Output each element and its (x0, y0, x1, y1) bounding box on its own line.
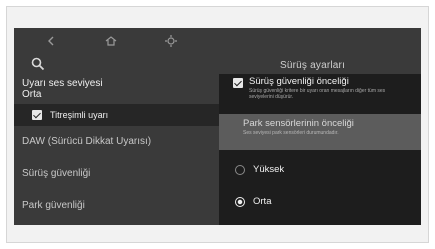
driving-safety-priority-option[interactable]: Sürüş güvenliği önceliği Sürüş güvenliği… (219, 74, 421, 114)
driving-safety-priority-title: Sürüş güvenliği önceliği (249, 76, 349, 87)
vibration-checkbox[interactable] (32, 110, 42, 120)
park-sensor-priority-option[interactable]: Park sensörlerinin önceliği Ses seviyesi… (219, 114, 421, 150)
infotainment-screen: Sürüş ayarları Uyarı ses seviyesi Orta T… (14, 28, 421, 225)
sidebar-item-park-safety[interactable]: Park güvenliği (22, 200, 85, 211)
gear-icon[interactable] (164, 34, 178, 48)
settings-list: Uyarı ses seviyesi Orta Titreşimli uyarı… (14, 74, 219, 225)
back-icon[interactable] (44, 34, 58, 48)
park-sensor-priority-description: Ses seviyesi park sensörleri durumundadı… (243, 130, 339, 136)
detail-panel: Sürüş güvenliği önceliği Sürüş güvenliği… (219, 74, 421, 225)
warning-volume-value: Orta (22, 89, 42, 100)
home-icon[interactable] (104, 34, 118, 48)
top-nav (14, 28, 421, 54)
radio-orta[interactable] (235, 196, 245, 207)
option-yuksek-label: Yüksek (253, 164, 285, 175)
sidebar-item-daw[interactable]: DAW (Sürücü Dikkat Uyarısı) (22, 136, 151, 147)
driving-safety-priority-description: Sürüş güvenliği kritere bir uyarı oran m… (249, 88, 386, 100)
vibration-warning-label: Titreşimli uyarı (50, 110, 109, 120)
vibration-warning-toggle[interactable]: Titreşimli uyarı (14, 104, 219, 126)
page-title: Sürüş ayarları (280, 60, 346, 71)
driving-safety-priority-checkbox[interactable] (233, 78, 243, 88)
radio-yuksek[interactable] (235, 164, 245, 175)
warning-volume-label: Uyarı ses seviyesi (22, 78, 103, 89)
option-yuksek[interactable]: Yüksek (235, 164, 284, 175)
search-icon[interactable] (30, 56, 46, 72)
option-orta-label: Orta (253, 196, 272, 207)
option-orta[interactable]: Orta (235, 196, 271, 207)
park-sensor-priority-title: Park sensörlerinin önceliği (243, 118, 354, 129)
sidebar-item-driving-safety[interactable]: Sürüş güvenliği (22, 168, 90, 179)
warning-volume-item[interactable]: Uyarı ses seviyesi Orta (14, 74, 219, 104)
